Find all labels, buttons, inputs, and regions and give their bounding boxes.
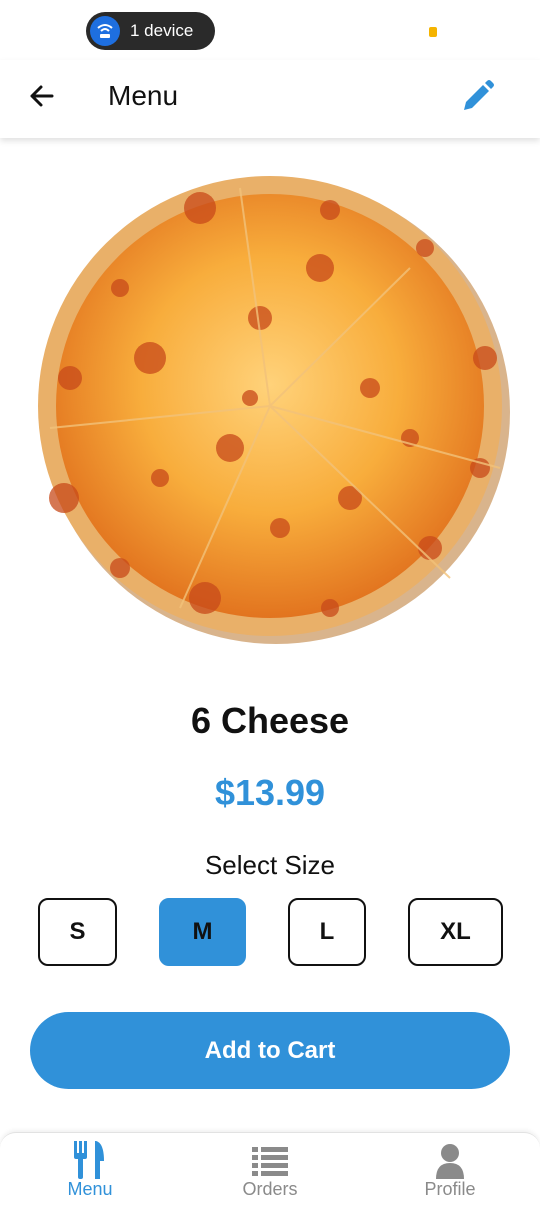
size-m-button[interactable]: M — [159, 898, 246, 966]
arrow-left-icon — [30, 85, 54, 107]
page-title: Menu — [108, 80, 179, 111]
back-button[interactable] — [24, 78, 60, 114]
size-s-button[interactable]: S — [38, 898, 117, 966]
product-name: 6 Cheese — [190, 700, 350, 741]
size-title: Select Size — [204, 850, 336, 880]
size-xl-button[interactable]: XL — [408, 898, 503, 966]
product-price: $13.99 — [214, 772, 326, 813]
bottom-nav: Menu Orders Profile — [0, 1132, 540, 1206]
pizza-image — [30, 168, 512, 646]
wifi-icon — [90, 16, 120, 46]
status-bar: 1 device — [0, 0, 540, 60]
nav-item-orders[interactable]: Orders — [210, 1133, 330, 1206]
device-label: 1 device — [130, 21, 194, 40]
app-bar: Menu — [0, 60, 540, 138]
add-to-cart-button[interactable]: Add to Cart — [30, 1012, 510, 1089]
nav-item-menu[interactable]: Menu — [30, 1133, 150, 1206]
pencil-icon — [464, 80, 494, 110]
list-icon — [252, 1147, 288, 1176]
fork-knife-icon — [74, 1141, 104, 1179]
edit-button[interactable] — [458, 78, 496, 116]
nav-item-profile[interactable]: Profile — [390, 1133, 510, 1206]
size-l-button[interactable]: L — [288, 898, 366, 966]
device-pill[interactable]: 1 device — [86, 12, 215, 50]
battery-indicator — [429, 27, 437, 37]
nav-label-profile: Profile — [424, 1179, 476, 1199]
nav-label-orders: Orders — [242, 1179, 298, 1199]
nav-label-menu: Menu — [67, 1179, 113, 1199]
person-icon — [436, 1144, 464, 1179]
